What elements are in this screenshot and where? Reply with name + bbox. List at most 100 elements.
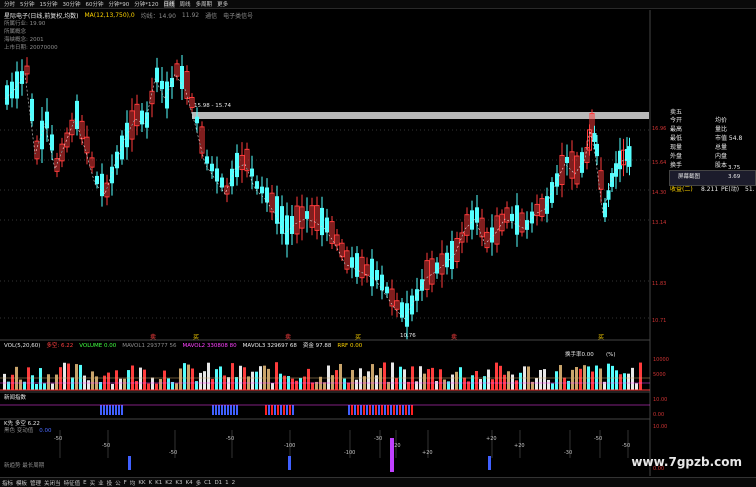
volume-bar: [19, 379, 22, 390]
bottom-toolbar-item[interactable]: KK: [138, 480, 145, 486]
volume-bar: [139, 367, 142, 390]
bottom-toolbar-item[interactable]: 关闭当: [44, 479, 61, 487]
quote-row-5-val: 总量: [715, 144, 728, 151]
volume-bar: [415, 381, 418, 390]
volume-bar: [3, 373, 6, 390]
volume-bar: [631, 367, 634, 390]
indicator1-bar: [360, 405, 362, 415]
indicator1-bar: [227, 405, 229, 415]
volume-bar: [375, 375, 378, 390]
vol-axis-2: 5000: [653, 372, 666, 378]
volume-bar: [475, 370, 478, 390]
bottom-toolbar-item[interactable]: 均: [130, 479, 136, 487]
candle-body: [15, 71, 19, 99]
price-axis-3: 14.30: [652, 190, 667, 196]
indicator2-label-bar: K先 多空 6.22: [4, 421, 40, 428]
bottom-toolbar-item[interactable]: K: [149, 480, 153, 486]
kline-chart[interactable]: 卖买卖买卖买-50-50-50-50-100-100-30+20+20+20+2…: [0, 0, 756, 477]
bottom-toolbar-item[interactable]: 买: [90, 479, 96, 487]
indicator1-bar: [289, 405, 291, 415]
bottom-toolbar-item[interactable]: 1: [225, 480, 229, 486]
volume-bar: [311, 382, 314, 390]
indicator1-bar: [402, 405, 404, 415]
candle-body: [490, 227, 494, 243]
indicator2-marker: +20: [514, 443, 525, 449]
candle-body: [210, 163, 214, 172]
quote-row-3-val: 量比: [715, 126, 728, 133]
signal-label: 卖: [150, 334, 156, 341]
volume-bar: [479, 378, 482, 390]
bottom-toolbar-item[interactable]: 公: [115, 479, 121, 487]
volume-bar: [63, 362, 66, 390]
volume-bar: [251, 371, 254, 390]
bottom-toolbar-item[interactable]: 管理: [30, 479, 41, 487]
volume-bar: [379, 368, 382, 390]
volume-bar: [511, 374, 514, 390]
bottom-toolbar-item[interactable]: 投: [107, 479, 113, 487]
volume-bar: [347, 382, 350, 390]
bottom-toolbar-item[interactable]: E: [83, 480, 86, 486]
volume-bar: [539, 369, 542, 390]
bottom-toolbar-item[interactable]: 特征值: [64, 479, 81, 487]
volume-bar: [179, 368, 182, 390]
bottom-toolbar-item[interactable]: 2: [232, 480, 236, 486]
quote-row-2-key: 今开: [670, 117, 683, 124]
ind1-axis-1: 10.00: [653, 397, 668, 403]
volume-bar: [431, 367, 434, 390]
volume-bar: [427, 369, 430, 390]
indicator1-bar: [109, 405, 111, 415]
bottom-toolbar-item[interactable]: K3: [175, 480, 182, 486]
candle-body: [120, 135, 124, 160]
price-axis-2: 15.64: [652, 160, 667, 166]
indicator1-bar: [118, 405, 120, 415]
indicator1-bar: [236, 405, 238, 415]
volume-bar: [403, 369, 406, 390]
vol-ma1: MAVOL1 293777 56: [122, 343, 177, 349]
bottom-toolbar-item[interactable]: 指标: [2, 479, 13, 487]
volume-bar: [487, 369, 490, 390]
bottom-toolbar-item[interactable]: C1: [204, 480, 211, 486]
volume-bar: [43, 383, 46, 390]
bottom-toolbar-item[interactable]: F: [124, 480, 127, 486]
volume-bar: [579, 368, 582, 390]
volume-bar: [59, 367, 62, 390]
bottom-toolbar-item[interactable]: K1: [155, 480, 162, 486]
indicator2-marker: -50: [54, 436, 62, 442]
resistance-bar: [192, 112, 649, 119]
indicator2-marker: -100: [344, 450, 355, 456]
bottom-toolbar-item[interactable]: D1: [214, 480, 222, 486]
bottom-toolbar-item[interactable]: K4: [185, 480, 192, 486]
indicator2-marker: -30: [374, 436, 382, 442]
vol-volume: VOLUME 0.00: [79, 343, 117, 349]
candle-body: [250, 168, 254, 177]
candle-body: [380, 274, 384, 291]
volume-bar: [187, 364, 190, 390]
volume-bar: [215, 369, 218, 390]
price-axis-1: 16.96: [652, 126, 667, 132]
volume-bar: [619, 374, 622, 390]
candle-body: [320, 207, 324, 236]
volume-bar: [15, 366, 18, 390]
bottom-toolbar-item[interactable]: 多: [196, 479, 202, 487]
quote-row-6-key: 外盘: [670, 153, 683, 160]
candle-body: [325, 217, 329, 233]
volume-bar: [551, 383, 554, 390]
bottom-toolbar-item[interactable]: 业: [98, 479, 104, 487]
indicator1-bar: [265, 405, 267, 415]
bottom-toolbar-item[interactable]: K2: [165, 480, 172, 486]
quote-row-6-val: 内盘: [715, 153, 728, 160]
eps-label: 收益(二): [670, 186, 693, 193]
indicator1-bar: [268, 405, 270, 415]
volume-bar: [307, 368, 310, 390]
volume-bar: [367, 371, 370, 390]
volume-bar: [435, 381, 438, 390]
candle-body: [205, 156, 209, 164]
volume-bar: [271, 383, 274, 390]
volume-bar: [543, 369, 546, 390]
screenshot-popup[interactable]: 屏幕截图 3.75 3.69: [669, 165, 756, 186]
indicator1-bar: [112, 405, 114, 415]
bottom-toolbar-item[interactable]: 模板: [16, 479, 27, 487]
volume-bar: [563, 377, 566, 390]
volume-bar: [555, 371, 558, 390]
quote-panel: 卖五 今开 均价 最高 量比 最低 市值 54.8 现量 总量 外盘 内盘 换手…: [669, 108, 756, 200]
